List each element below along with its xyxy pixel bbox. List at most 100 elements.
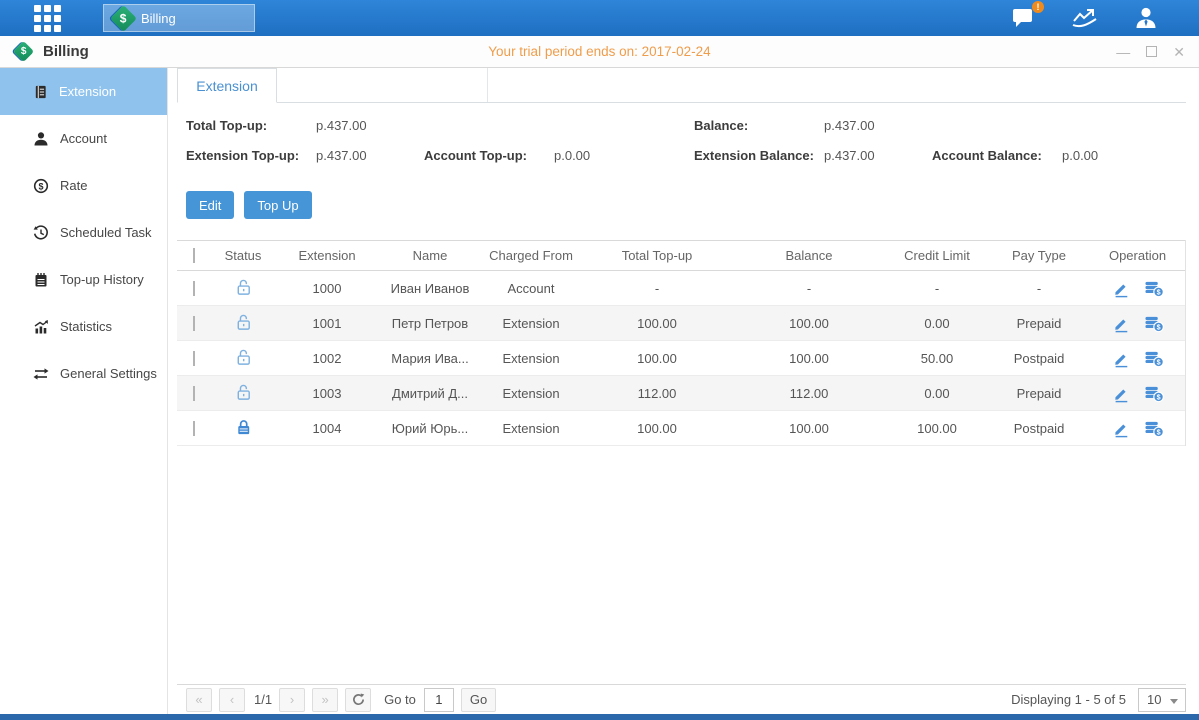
sidebar-item-label: Statistics	[60, 319, 112, 334]
displaying-text: Displaying 1 - 5 of 5	[1011, 692, 1126, 707]
edit-pencil-icon[interactable]	[1112, 349, 1130, 368]
sidebar-item-account[interactable]: Account	[0, 115, 167, 162]
sidebar-item-topup-history[interactable]: Top-up History	[0, 256, 167, 303]
lock-closed-icon	[234, 417, 253, 437]
table-row: 1004 Юрий Юрь... Extension 100.00 100.00…	[177, 411, 1185, 446]
taskbar-tab-billing[interactable]: $ Billing	[103, 4, 255, 32]
cell-extension: 1002	[275, 351, 379, 366]
row-checkbox[interactable]	[193, 421, 195, 436]
select-all-checkbox[interactable]	[193, 248, 195, 263]
top-up-coins-icon[interactable]: $	[1144, 419, 1164, 438]
edit-pencil-icon[interactable]	[1112, 384, 1130, 403]
top-up-coins-icon[interactable]: $	[1144, 384, 1164, 403]
cell-charged-from: Extension	[481, 421, 581, 436]
page-indicator: 1/1	[254, 692, 272, 707]
cell-name: Иван Иванов	[379, 281, 481, 296]
svg-text:$: $	[1156, 428, 1160, 436]
top-up-coins-icon[interactable]: $	[1144, 349, 1164, 368]
col-operation: Operation	[1089, 248, 1186, 263]
prev-page-button[interactable]: ‹	[219, 688, 245, 712]
top-up-button[interactable]: Top Up	[244, 191, 311, 219]
close-button[interactable]: ✕	[1173, 45, 1185, 59]
goto-page-input[interactable]	[424, 688, 454, 712]
lock-open-icon	[234, 347, 253, 367]
svg-text:$: $	[38, 181, 43, 191]
sidebar-item-extension[interactable]: Extension	[0, 68, 167, 115]
extension-topup-value: p.437.00	[316, 148, 424, 163]
cell-total-topup: -	[581, 281, 733, 296]
edit-pencil-icon[interactable]	[1112, 419, 1130, 438]
ledger-icon	[33, 84, 48, 100]
refresh-button[interactable]	[345, 688, 371, 712]
cell-balance: 100.00	[733, 316, 885, 331]
edit-pencil-icon[interactable]	[1112, 314, 1130, 333]
cell-total-topup: 100.00	[581, 316, 733, 331]
chart-bars-icon	[33, 319, 49, 335]
svg-text:$: $	[1156, 323, 1160, 331]
cell-total-topup: 100.00	[581, 421, 733, 436]
sidebar-item-general-settings[interactable]: General Settings	[0, 350, 167, 397]
notification-badge: !	[1032, 1, 1044, 13]
next-page-button[interactable]: ›	[279, 688, 305, 712]
sidebar-item-rate[interactable]: $ Rate	[0, 162, 167, 209]
cell-extension: 1004	[275, 421, 379, 436]
tab-strip: Extension	[177, 68, 1186, 103]
edit-pencil-icon[interactable]	[1112, 279, 1130, 298]
extension-balance-label: Extension Balance:	[694, 148, 824, 163]
statistics-chart-icon[interactable]	[1071, 6, 1099, 30]
cell-extension: 1000	[275, 281, 379, 296]
billing-app-icon: $	[110, 5, 137, 32]
extension-table: Status Extension Name Charged From Total…	[177, 240, 1186, 446]
svg-text:$: $	[1156, 288, 1160, 296]
chevron-down-icon	[1170, 699, 1178, 704]
sidebar-item-scheduled-task[interactable]: Scheduled Task	[0, 209, 167, 256]
account-balance-label: Account Balance:	[932, 148, 1062, 163]
cell-charged-from: Account	[481, 281, 581, 296]
edit-button[interactable]: Edit	[186, 191, 234, 219]
go-button[interactable]: Go	[461, 688, 496, 712]
svg-text:$: $	[1156, 358, 1160, 366]
minimize-button[interactable]: —	[1116, 45, 1130, 59]
app-launcher-icon[interactable]	[34, 5, 61, 32]
row-checkbox[interactable]	[193, 281, 195, 296]
desktop-bottom-strip	[0, 714, 1199, 720]
user-icon[interactable]	[1133, 5, 1159, 31]
refresh-icon	[352, 693, 365, 706]
row-checkbox[interactable]	[193, 386, 195, 401]
cell-pay-type: Prepaid	[989, 316, 1089, 331]
maximize-button[interactable]	[1146, 46, 1157, 57]
cell-extension: 1001	[275, 316, 379, 331]
cell-pay-type: Postpaid	[989, 351, 1089, 366]
main-panel: Extension Total Top-up: p.437.00 Extensi…	[168, 68, 1199, 714]
table-row: 1001 Петр Петров Extension 100.00 100.00…	[177, 306, 1185, 341]
cell-credit-limit: -	[885, 281, 989, 296]
summary-section: Total Top-up: p.437.00 Extension Top-up:…	[177, 103, 1186, 183]
swap-arrows-icon	[33, 366, 49, 382]
cell-credit-limit: 0.00	[885, 386, 989, 401]
first-page-button[interactable]: «	[186, 688, 212, 712]
extension-topup-label: Extension Top-up:	[186, 148, 316, 163]
lock-open-icon	[234, 382, 253, 402]
page-size-select[interactable]: 10	[1138, 688, 1186, 712]
sidebar-item-statistics[interactable]: Statistics	[0, 303, 167, 350]
cell-balance: -	[733, 281, 885, 296]
cell-pay-type: -	[989, 281, 1089, 296]
trial-message: Your trial period ends on: 2017-02-24	[0, 44, 1199, 59]
row-checkbox[interactable]	[193, 316, 195, 331]
col-extension: Extension	[275, 248, 379, 263]
cell-credit-limit: 100.00	[885, 421, 989, 436]
top-up-coins-icon[interactable]: $	[1144, 314, 1164, 333]
cell-credit-limit: 50.00	[885, 351, 989, 366]
table-row: 1003 Дмитрий Д... Extension 112.00 112.0…	[177, 376, 1185, 411]
col-total-topup: Total Top-up	[581, 248, 733, 263]
lock-open-icon	[234, 277, 253, 297]
last-page-button[interactable]: »	[312, 688, 338, 712]
col-name: Name	[379, 248, 481, 263]
tab-extension[interactable]: Extension	[177, 68, 277, 103]
messages-icon[interactable]: !	[1011, 6, 1037, 30]
cell-name: Юрий Юрь...	[379, 421, 481, 436]
cell-balance: 100.00	[733, 421, 885, 436]
window-titlebar: $ Billing Your trial period ends on: 201…	[0, 36, 1199, 68]
row-checkbox[interactable]	[193, 351, 195, 366]
top-up-coins-icon[interactable]: $	[1144, 279, 1164, 298]
